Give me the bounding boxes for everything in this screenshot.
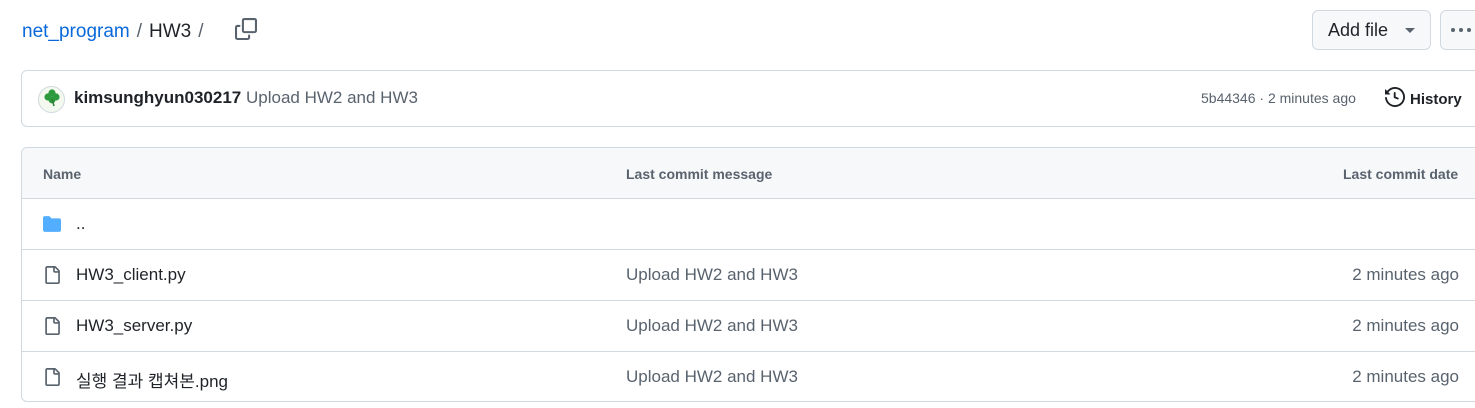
commit-author-link[interactable]: kimsunghyun030217 xyxy=(74,88,241,108)
table-row[interactable]: HW3_server.py Upload HW2 and HW3 2 minut… xyxy=(22,301,1475,352)
commit-message-link[interactable]: Upload HW2 and HW3 xyxy=(246,88,418,108)
table-header: Name Last commit message Last commit dat… xyxy=(22,148,1475,199)
more-options-button[interactable] xyxy=(1440,10,1475,50)
clover-avatar-icon xyxy=(42,87,62,112)
latest-commit-bar: kimsunghyun030217 Upload HW2 and HW3 5b4… xyxy=(21,70,1475,127)
breadcrumb-repo-link[interactable]: net_program xyxy=(22,21,130,43)
breadcrumb-trailing-separator: / xyxy=(198,21,204,42)
row-commit-message[interactable]: Upload HW2 and HW3 xyxy=(626,367,798,387)
column-header-date: Last commit date xyxy=(1343,166,1459,182)
column-header-name: Name xyxy=(43,166,82,182)
author-avatar[interactable] xyxy=(38,86,65,113)
table-row[interactable]: 실행 결과 캡쳐본.png Upload HW2 and HW3 2 minut… xyxy=(22,352,1475,401)
row-name[interactable]: .. xyxy=(76,214,85,234)
add-file-label: Add file xyxy=(1328,19,1389,40)
breadcrumb-current-folder: HW3 xyxy=(149,21,192,42)
table-row-parent-directory[interactable]: .. xyxy=(22,199,1475,250)
triangle-down-icon xyxy=(1405,28,1415,33)
commit-hash-and-time[interactable]: 5b44346 · 2 minutes ago xyxy=(1201,90,1356,106)
column-header-message: Last commit message xyxy=(626,166,773,182)
row-commit-date: 2 minutes ago xyxy=(1352,316,1459,335)
file-table: Name Last commit message Last commit dat… xyxy=(21,147,1475,402)
row-commit-message[interactable]: Upload HW2 and HW3 xyxy=(626,265,798,285)
row-commit-date: 2 minutes ago xyxy=(1352,367,1459,386)
add-file-button[interactable]: Add file xyxy=(1312,10,1431,50)
breadcrumb-separator: / xyxy=(136,21,143,42)
row-name[interactable]: HW3_server.py xyxy=(76,316,192,336)
row-commit-message[interactable]: Upload HW2 and HW3 xyxy=(626,316,798,336)
file-icon xyxy=(42,316,62,336)
file-icon xyxy=(42,367,62,387)
history-button[interactable]: History xyxy=(1385,86,1462,111)
breadcrumb: net_program / HW3 / xyxy=(22,18,211,46)
copy-path-button[interactable] xyxy=(232,17,260,45)
row-name[interactable]: 실행 결과 캡쳐본.png xyxy=(76,367,228,392)
copy-icon xyxy=(235,17,257,45)
kebab-horizontal-icon xyxy=(1451,28,1471,32)
row-name[interactable]: HW3_client.py xyxy=(76,265,186,285)
table-row[interactable]: HW3_client.py Upload HW2 and HW3 2 minut… xyxy=(22,250,1475,301)
row-commit-date: 2 minutes ago xyxy=(1352,265,1459,284)
file-icon xyxy=(42,265,62,285)
history-icon xyxy=(1385,86,1406,111)
history-label: History xyxy=(1410,90,1462,108)
folder-icon xyxy=(42,214,62,234)
